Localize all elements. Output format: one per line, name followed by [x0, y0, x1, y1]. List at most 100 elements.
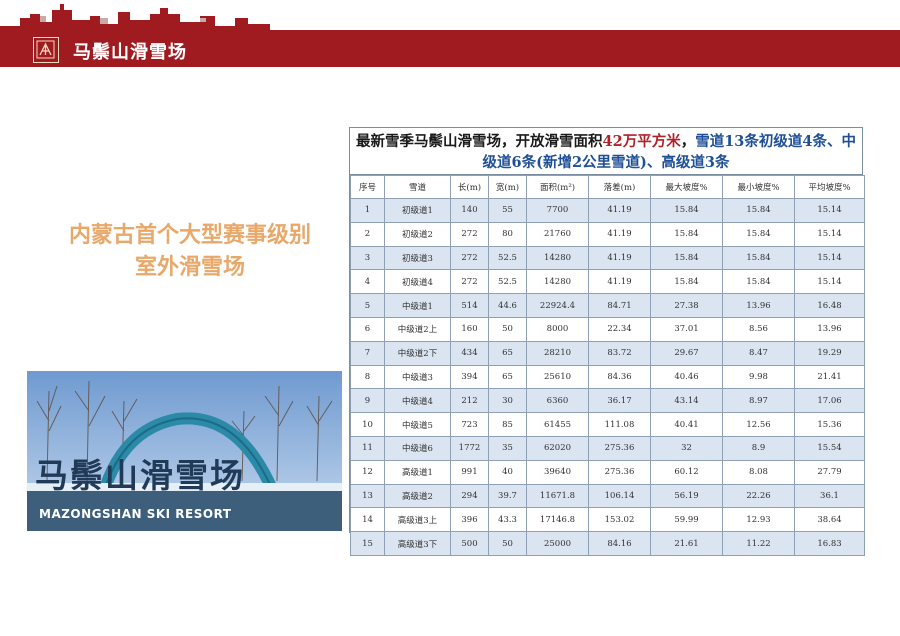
brand-name: 马鬃山滑雪场 [73, 42, 187, 63]
table-cell: 50 [488, 531, 527, 556]
table-cell: 41.19 [588, 269, 651, 295]
table-cell: 40.41 [650, 412, 723, 437]
table-cell: 153.02 [588, 507, 651, 533]
table-cell: 32 [650, 435, 723, 461]
table-cell: 41.19 [588, 198, 651, 223]
table-cell: 13.96 [722, 293, 795, 318]
table-cell: 8000 [526, 316, 589, 342]
table-cell: 80 [488, 221, 527, 247]
column-header: 最大坡度% [650, 175, 723, 199]
table-cell: 212 [450, 388, 489, 414]
table-cell: 991 [450, 459, 489, 485]
table-cell: 140 [450, 198, 489, 223]
table-title-part-1: 最新雪季马鬃山滑雪场，开放滑雪面积 [356, 133, 603, 150]
table-cell: 6360 [526, 388, 589, 414]
table-row: 3 初级道3 272 52.5 14280 41.19 15.84 15.84 15.14 [350, 245, 865, 271]
table-cell: 高级道1 [384, 459, 451, 485]
resort-entrance-photo: 马鬃山滑雪场 MAZONGSHAN SKI RESORT [27, 371, 342, 531]
table-cell: 8.08 [722, 459, 795, 485]
table-cell: 4 [350, 269, 385, 295]
table-cell: 21.61 [650, 531, 723, 556]
table-cell: 434 [450, 340, 489, 366]
table-cell: 84.71 [588, 293, 651, 318]
column-header: 平均坡度% [794, 175, 865, 199]
table-cell: 初级道3 [384, 245, 451, 271]
table-cell: 59.99 [650, 507, 723, 533]
table-cell: 275.36 [588, 459, 651, 485]
table-cell: 272 [450, 221, 489, 247]
table-cell: 15.54 [794, 435, 865, 461]
table-cell: 15.14 [794, 221, 865, 247]
headline: 内蒙古首个大型赛事级别 室外滑雪场 [40, 220, 340, 284]
table-cell: 15.84 [650, 198, 723, 223]
table-cell: 中级道6 [384, 435, 451, 461]
table-cell: 15 [350, 531, 385, 556]
table-row: 1 初级道1 140 55 7700 41.19 15.84 15.84 15.14 [350, 198, 865, 223]
table-cell: 37.01 [650, 316, 723, 342]
table-cell: 85 [488, 412, 527, 437]
table-cell: 84.16 [588, 531, 651, 556]
table-cell: 中级道2上 [384, 316, 451, 342]
table-row: 9 中级道4 212 30 6360 36.17 43.14 8.97 17.06 [350, 388, 865, 414]
table-cell: 15.36 [794, 412, 865, 437]
table-cell: 7700 [526, 198, 589, 223]
table-cell: 15.84 [650, 221, 723, 247]
table-cell: 27.38 [650, 293, 723, 318]
table-cell: 39.7 [488, 483, 527, 509]
table-cell: 25610 [526, 364, 589, 390]
table-cell: 272 [450, 245, 489, 271]
table-cell: 9 [350, 388, 385, 414]
table-cell: 12 [350, 459, 385, 485]
table-cell: 8 [350, 364, 385, 390]
table-cell: 43.14 [650, 388, 723, 414]
table-row: 6 中级道2上 160 50 8000 22.34 37.01 8.56 13.96 [350, 316, 865, 342]
table-row: 2 初级道2 272 80 21760 41.19 15.84 15.84 15.14 [350, 221, 865, 247]
table-cell: 25000 [526, 531, 589, 556]
table-cell: 13 [350, 483, 385, 509]
table-cell: 43.3 [488, 507, 527, 533]
table-cell: 723 [450, 412, 489, 437]
table-row: 14 高级道3上 396 43.3 17146.8 153.02 59.99 12.93 38.… [350, 507, 865, 533]
table-cell: 84.36 [588, 364, 651, 390]
table-cell: 高级道3上 [384, 507, 451, 533]
table-cell: 55 [488, 198, 527, 223]
table-cell: 56.19 [650, 483, 723, 509]
table-cell: 中级道2下 [384, 340, 451, 366]
table-cell: 30 [488, 388, 527, 414]
table-title-area: 42万平方米 [602, 133, 681, 150]
column-header: 长(m) [450, 175, 489, 199]
table-row: 10 中级道5 723 85 61455 111.08 40.41 12.56 15.36 [350, 412, 865, 437]
table-cell: 394 [450, 364, 489, 390]
table-cell: 11.22 [722, 531, 795, 556]
table-cell: 62020 [526, 435, 589, 461]
table-cell: 8.97 [722, 388, 795, 414]
column-header: 最小坡度% [722, 175, 795, 199]
table-row: 13 高级道2 294 39.7 11671.8 106.14 56.19 22.26 36.1 [350, 483, 865, 509]
table-cell: 高级道2 [384, 483, 451, 509]
table-cell: 38.64 [794, 507, 865, 533]
table-cell: 7 [350, 340, 385, 366]
table-cell: 28210 [526, 340, 589, 366]
table-cell: 1 [350, 198, 385, 223]
table-cell: 40.46 [650, 364, 723, 390]
table-cell: 15.84 [722, 245, 795, 271]
table-cell: 21760 [526, 221, 589, 247]
table-cell: 35 [488, 435, 527, 461]
table-cell: 14 [350, 507, 385, 533]
table-cell: 13.96 [794, 316, 865, 342]
table-cell: 初级道2 [384, 221, 451, 247]
table-cell: 106.14 [588, 483, 651, 509]
table-cell: 2 [350, 221, 385, 247]
table-cell: 初级道1 [384, 198, 451, 223]
ski-trail-table: 序号 雪道 长(m) 宽(m) 面积(m²) 落差(m) 最大坡度% 最小坡度%… [350, 175, 865, 556]
table-cell: 396 [450, 507, 489, 533]
table-cell: 15.14 [794, 245, 865, 271]
table-cell: 15.84 [650, 245, 723, 271]
table-cell: 中级道1 [384, 293, 451, 318]
table-cell: 14280 [526, 245, 589, 271]
table-cell: 12.93 [722, 507, 795, 533]
column-header: 宽(m) [488, 175, 527, 199]
table-cell: 41.19 [588, 245, 651, 271]
table-cell: 15.84 [722, 221, 795, 247]
table-cell: 40 [488, 459, 527, 485]
